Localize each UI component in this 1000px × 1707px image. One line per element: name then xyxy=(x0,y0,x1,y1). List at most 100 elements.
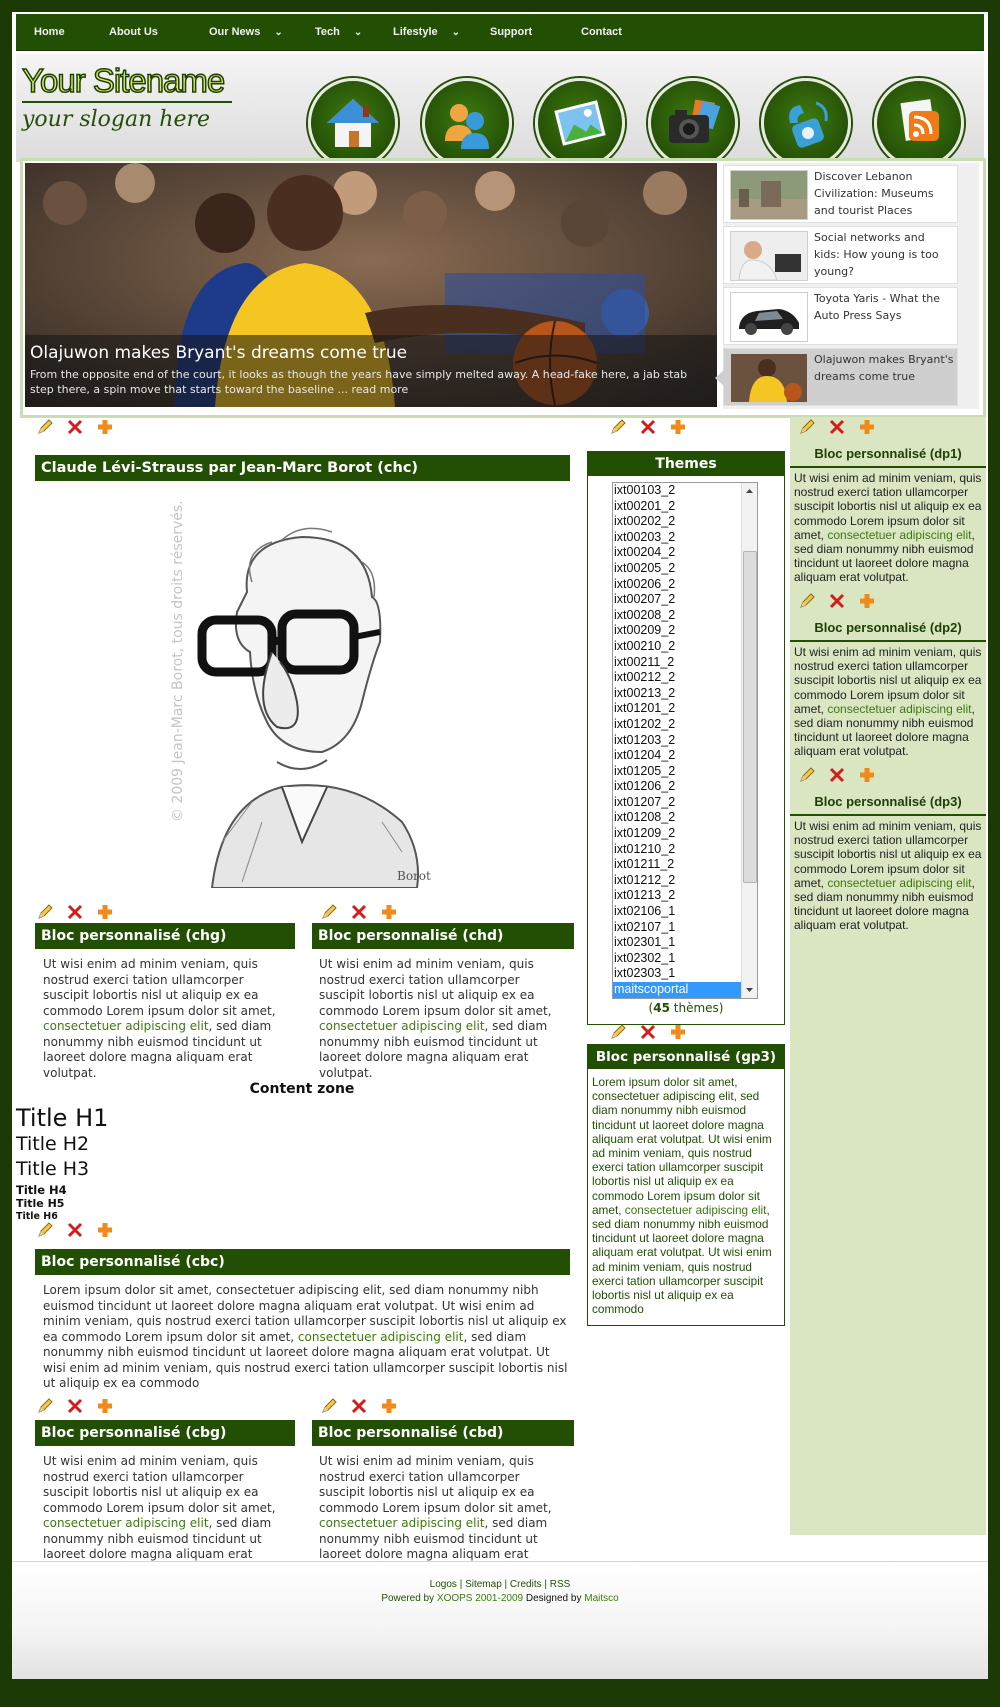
edit-pencil-icon[interactable] xyxy=(798,766,816,784)
camera-icon[interactable] xyxy=(648,78,738,168)
text-link[interactable]: consectetuer adipiscing elit xyxy=(43,1516,209,1530)
scrollbar-thumb[interactable] xyxy=(743,551,757,883)
theme-option[interactable]: ixt00204_2 xyxy=(613,545,757,561)
theme-option[interactable]: ixt01209_2 xyxy=(613,826,757,842)
delete-x-icon[interactable] xyxy=(66,1221,84,1239)
edit-pencil-icon[interactable] xyxy=(798,418,816,436)
users-icon[interactable] xyxy=(422,78,512,168)
delete-x-icon[interactable] xyxy=(639,1023,657,1041)
nav-contact[interactable]: Contact xyxy=(581,14,622,50)
add-plus-icon[interactable] xyxy=(96,903,114,921)
footer-link-sitemap[interactable]: Sitemap xyxy=(465,1579,502,1590)
nav-home[interactable]: Home xyxy=(34,14,65,50)
edit-pencil-icon[interactable] xyxy=(609,1023,627,1041)
themes-select[interactable]: ixt00103_2 ixt00201_2 ixt00202_2 ixt00203_2… xyxy=(612,482,758,999)
home-icon[interactable] xyxy=(308,78,398,168)
nav-about-us[interactable]: About Us xyxy=(109,14,158,50)
theme-option[interactable]: ixt01206_2 xyxy=(613,779,757,795)
theme-option[interactable]: ixt00202_2 xyxy=(613,514,757,530)
text-link[interactable]: consectetuer adipiscing elit xyxy=(625,1203,767,1217)
slider-item[interactable]: Social networks and kids: How young is t… xyxy=(723,226,958,284)
theme-option[interactable]: ixt00201_2 xyxy=(613,499,757,515)
text-link[interactable]: consectetuer adipiscing elit xyxy=(319,1516,485,1530)
theme-option[interactable]: ixt01201_2 xyxy=(613,701,757,717)
edit-pencil-icon[interactable] xyxy=(609,418,627,436)
theme-option[interactable]: ixt00208_2 xyxy=(613,608,757,624)
scrollbar[interactable] xyxy=(741,483,757,998)
theme-option[interactable]: ixt02303_1 xyxy=(613,966,757,982)
text-link[interactable]: consectetuer adipiscing elit xyxy=(319,1019,485,1033)
delete-x-icon[interactable] xyxy=(828,766,846,784)
footer-link-logos[interactable]: Logos xyxy=(430,1579,457,1590)
xoops-link[interactable]: XOOPS 2001-2009 xyxy=(437,1593,523,1604)
footer-link-rss[interactable]: RSS xyxy=(550,1579,571,1590)
theme-option[interactable]: ixt00103_2 xyxy=(613,483,757,499)
picture-icon[interactable] xyxy=(535,78,625,168)
delete-x-icon[interactable] xyxy=(350,1397,368,1415)
add-plus-icon[interactable] xyxy=(858,418,876,436)
theme-option[interactable]: ixt01207_2 xyxy=(613,795,757,811)
delete-x-icon[interactable] xyxy=(66,903,84,921)
nav-tech[interactable]: Tech ⌄ xyxy=(315,14,362,50)
theme-option[interactable]: ixt00206_2 xyxy=(613,577,757,593)
theme-option[interactable]: ixt01203_2 xyxy=(613,733,757,749)
nav-lifestyle[interactable]: Lifestyle ⌄ xyxy=(393,14,460,50)
text-link[interactable]: consectetuer adipiscing elit xyxy=(827,702,971,716)
delete-x-icon[interactable] xyxy=(639,418,657,436)
nav-our-news[interactable]: Our News ⌄ xyxy=(209,14,283,50)
theme-option[interactable]: ixt00207_2 xyxy=(613,592,757,608)
edit-pencil-icon[interactable] xyxy=(36,903,54,921)
delete-x-icon[interactable] xyxy=(350,903,368,921)
add-plus-icon[interactable] xyxy=(669,1023,687,1041)
theme-option[interactable]: ixt01205_2 xyxy=(613,764,757,780)
slider-item[interactable]: Discover Lebanon Civilization: Museums a… xyxy=(723,165,958,223)
theme-option[interactable]: ixt01213_2 xyxy=(613,888,757,904)
nav-support[interactable]: Support xyxy=(490,14,532,50)
designer-link[interactable]: Maitsco xyxy=(584,1593,618,1604)
edit-pencil-icon[interactable] xyxy=(36,418,54,436)
text-link[interactable]: consectetuer adipiscing elit xyxy=(298,1330,464,1344)
theme-option[interactable]: ixt00203_2 xyxy=(613,530,757,546)
edit-pencil-icon[interactable] xyxy=(36,1221,54,1239)
theme-option[interactable]: ixt01210_2 xyxy=(613,842,757,858)
theme-option[interactable]: ixt00213_2 xyxy=(613,686,757,702)
edit-pencil-icon[interactable] xyxy=(36,1397,54,1415)
add-plus-icon[interactable] xyxy=(858,766,876,784)
add-plus-icon[interactable] xyxy=(96,1397,114,1415)
theme-option[interactable]: ixt01202_2 xyxy=(613,717,757,733)
delete-x-icon[interactable] xyxy=(66,1397,84,1415)
add-plus-icon[interactable] xyxy=(96,1221,114,1239)
slider-item[interactable]: Toyota Yaris - What the Auto Press Says xyxy=(723,287,958,345)
edit-pencil-icon[interactable] xyxy=(320,903,338,921)
footer-link-credits[interactable]: Credits xyxy=(510,1579,542,1590)
slider-item-active[interactable]: Olajuwon makes Bryant's dreams come true xyxy=(715,348,958,406)
delete-x-icon[interactable] xyxy=(828,592,846,610)
edit-pencil-icon[interactable] xyxy=(798,592,816,610)
text-link[interactable]: consectetuer adipiscing elit xyxy=(43,1019,209,1033)
text-link[interactable]: consectetuer adipiscing elit xyxy=(827,876,971,890)
phone-icon[interactable] xyxy=(761,78,851,168)
theme-option[interactable]: ixt02106_1 xyxy=(613,904,757,920)
delete-x-icon[interactable] xyxy=(828,418,846,436)
add-plus-icon[interactable] xyxy=(380,903,398,921)
theme-option[interactable]: ixt00210_2 xyxy=(613,639,757,655)
theme-option[interactable]: ixt01204_2 xyxy=(613,748,757,764)
featured-title[interactable]: Olajuwon makes Bryant's dreams come true xyxy=(30,343,407,363)
theme-option[interactable]: ixt00212_2 xyxy=(613,670,757,686)
edit-pencil-icon[interactable] xyxy=(320,1397,338,1415)
add-plus-icon[interactable] xyxy=(96,418,114,436)
theme-option[interactable]: ixt02301_1 xyxy=(613,935,757,951)
theme-option[interactable]: ixt00209_2 xyxy=(613,623,757,639)
theme-option[interactable]: ixt01211_2 xyxy=(613,857,757,873)
site-logo[interactable]: Your Sitename your slogan here xyxy=(21,63,232,144)
rss-icon[interactable] xyxy=(874,78,964,168)
theme-option[interactable]: maitscoportal xyxy=(613,982,757,998)
theme-option[interactable]: ixt00211_2 xyxy=(613,655,757,671)
theme-option[interactable]: ixt01212_2 xyxy=(613,873,757,889)
text-link[interactable]: consectetuer adipiscing elit xyxy=(827,528,971,542)
theme-option[interactable]: ixt01208_2 xyxy=(613,810,757,826)
theme-option[interactable]: ixt00205_2 xyxy=(613,561,757,577)
add-plus-icon[interactable] xyxy=(380,1397,398,1415)
add-plus-icon[interactable] xyxy=(858,592,876,610)
theme-option[interactable]: ixt02107_1 xyxy=(613,920,757,936)
